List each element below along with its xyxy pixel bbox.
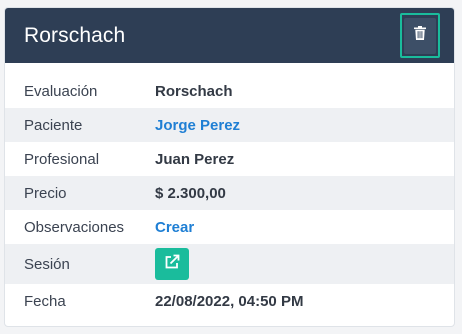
precio-label: Precio	[24, 184, 67, 202]
external-edit-icon	[164, 254, 180, 275]
crear-observaciones-link[interactable]: Crear	[155, 219, 194, 236]
paciente-label: Paciente	[24, 116, 83, 134]
precio-value: $ 2.300,00	[155, 184, 226, 202]
fecha-value: 22/08/2022, 04:50 PM	[155, 292, 304, 310]
evaluacion-label: Evaluación	[24, 82, 98, 100]
evaluation-card: Rorschach Evaluación Rorschach Paciente …	[4, 7, 455, 327]
row-evaluacion: Evaluación Rorschach	[5, 74, 454, 108]
card-header: Rorschach	[5, 8, 454, 63]
row-precio: Precio $ 2.300,00	[5, 176, 454, 210]
delete-button[interactable]	[400, 13, 440, 58]
delete-button-face[interactable]	[404, 17, 436, 54]
row-observaciones: Observaciones Crear	[5, 210, 454, 244]
profesional-label: Profesional	[24, 150, 100, 168]
row-paciente: Paciente Jorge Perez	[5, 108, 454, 142]
profesional-value: Juan Perez	[155, 150, 235, 168]
trash-icon	[414, 26, 426, 45]
row-sesion: Sesión	[5, 244, 454, 284]
details-table: Evaluación Rorschach Paciente Jorge Pere…	[5, 63, 454, 318]
sesion-label: Sesión	[24, 255, 70, 273]
observaciones-label: Observaciones	[24, 218, 125, 236]
card-title: Rorschach	[24, 23, 126, 47]
evaluacion-value: Rorschach	[155, 82, 233, 100]
row-profesional: Profesional Juan Perez	[5, 142, 454, 176]
row-fecha: Fecha 22/08/2022, 04:50 PM	[5, 284, 454, 318]
paciente-link[interactable]: Jorge Perez	[155, 117, 240, 134]
fecha-label: Fecha	[24, 292, 66, 310]
open-session-button[interactable]	[155, 248, 189, 280]
